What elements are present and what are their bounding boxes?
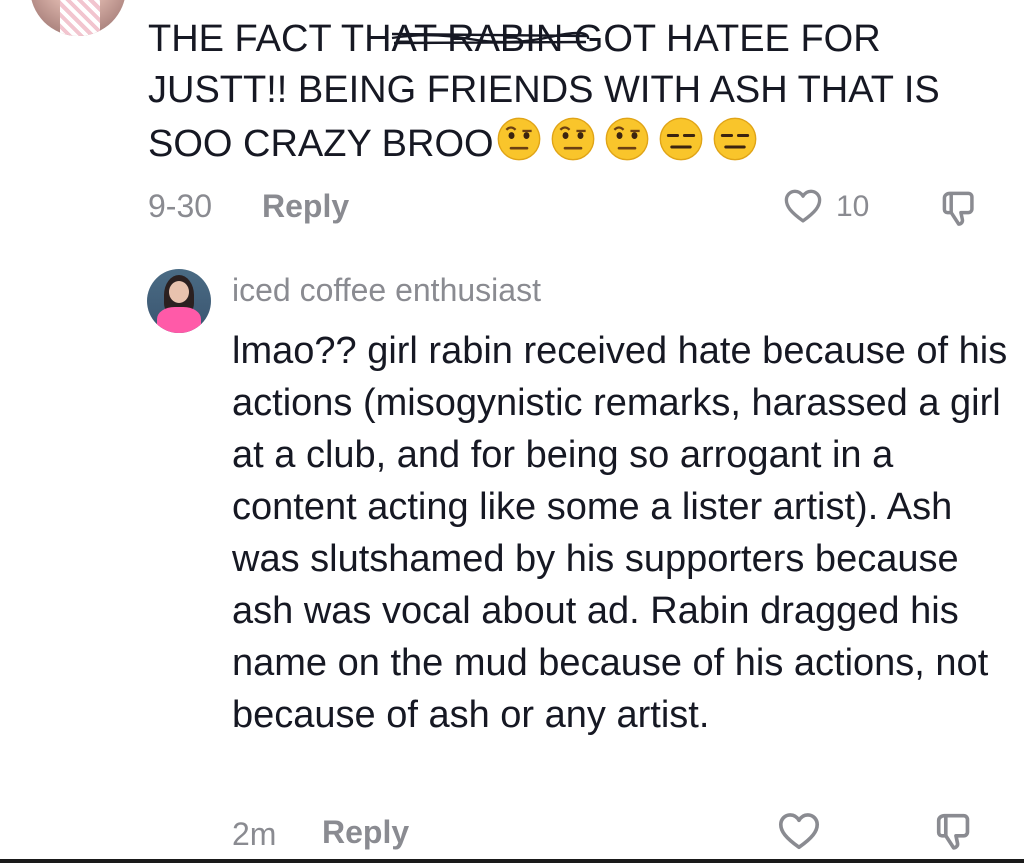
thumbs-down-outline-icon[interactable] [938, 186, 982, 230]
scribbled-text: AT RABIN G [391, 18, 604, 60]
avatar-image-shirt [157, 307, 201, 333]
replier-avatar[interactable] [147, 269, 211, 333]
expressionless-face-icon [713, 117, 756, 161]
comment-date: 9-30 [148, 188, 213, 224]
face-with-raised-eyebrow-icon [551, 117, 594, 161]
reply-button[interactable]: Reply [262, 188, 349, 225]
like-count: 10 [836, 190, 870, 223]
thumbs-down-outline-icon[interactable] [932, 808, 978, 854]
face-with-raised-eyebrow-icon [497, 117, 540, 161]
avatar-image-face [169, 281, 189, 303]
comment-text-part: THE FACT TH [148, 18, 392, 60]
comment-time: 2m [232, 816, 277, 852]
commenter-avatar[interactable] [30, 0, 126, 36]
reply-comment-text: lmao?? girl rabin received hate because … [232, 330, 1008, 736]
scribbled-text-content: AT RABIN G [391, 18, 604, 60]
comment-text: THE FACT THAT RABIN G OT HATEE FOR JUSTT!… [148, 14, 978, 176]
face-with-raised-eyebrow-icon [605, 117, 648, 161]
emoji-group [494, 116, 758, 176]
bottom-divider [0, 859, 1024, 863]
username[interactable]: iced coffee enthusiast [232, 272, 541, 309]
avatar-image [60, 0, 100, 36]
expressionless-face-icon [659, 117, 702, 161]
heart-outline-icon[interactable] [776, 808, 822, 854]
heart-outline-icon[interactable] [782, 185, 824, 227]
reply-button[interactable]: Reply [322, 814, 409, 851]
